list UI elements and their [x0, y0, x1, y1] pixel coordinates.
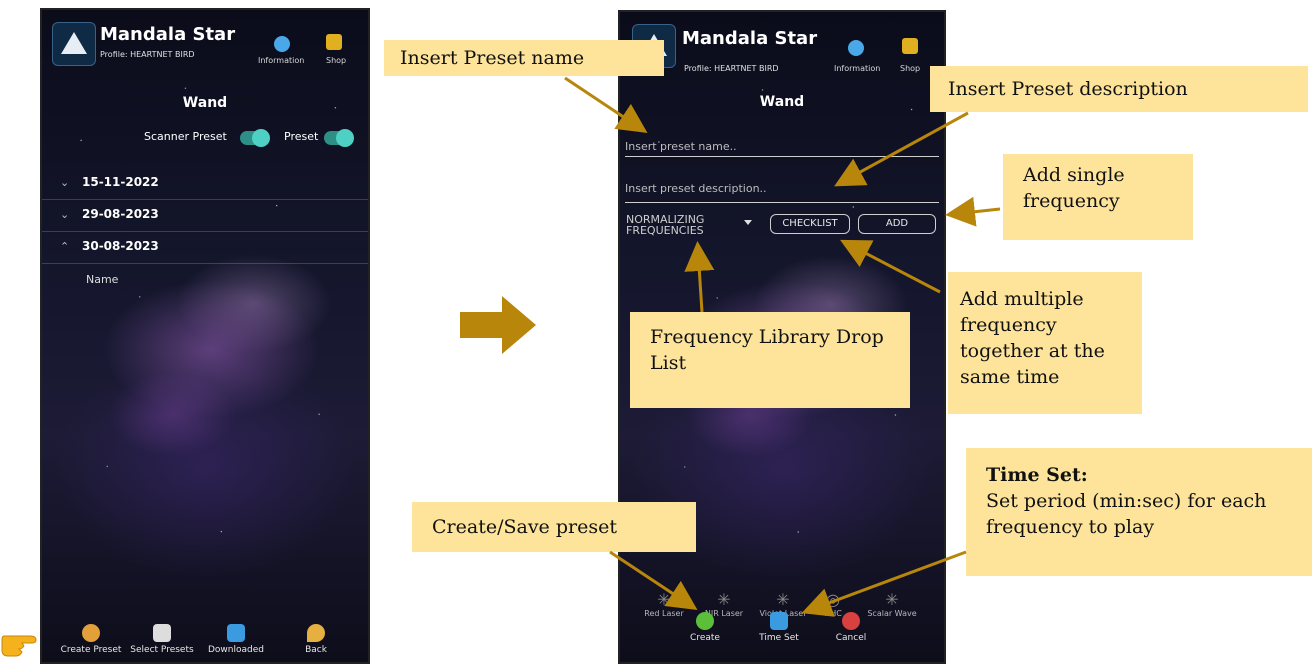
callout-time-set-title: Time Set:: [986, 464, 1088, 486]
app-title: Mandala Star: [682, 28, 818, 49]
app-title: Mandala Star: [100, 24, 236, 45]
laser-star-icon: ✳: [885, 590, 899, 609]
callout-create-save: Create/Save preset: [412, 502, 696, 552]
profile-label: Profile: HEARTNET BIRD: [100, 50, 195, 59]
pointing-hand-icon: [0, 616, 48, 662]
select-presets-label: Select Presets: [130, 645, 194, 655]
chevron-down-icon: ⌄: [60, 176, 70, 189]
date-group-row-expanded[interactable]: ⌃ 30-08-2023: [42, 232, 368, 264]
back-arrow-icon: [307, 624, 325, 642]
information-globe-icon[interactable]: [848, 40, 864, 56]
laser-label: Red Laser: [644, 609, 684, 618]
frequency-library-dropdown[interactable]: NORMALIZING FREQUENCIES: [626, 214, 754, 236]
create-preset-button[interactable]: Create Preset: [56, 624, 126, 655]
date-label: 15-11-2022: [82, 175, 159, 189]
preset-toggle[interactable]: [324, 129, 354, 147]
checklist-button[interactable]: CHECKLIST: [770, 214, 850, 234]
preset-name-input[interactable]: Insert preset name..: [625, 140, 939, 157]
name-column-header: Name: [86, 273, 119, 286]
app-logo-icon: [52, 22, 96, 66]
add-frequency-button[interactable]: ADD: [858, 214, 936, 234]
create-preset-label: Create Preset: [60, 645, 122, 655]
date-group-row[interactable]: ⌄ 15-11-2022: [42, 168, 368, 200]
preset-description-input[interactable]: Insert preset description..: [625, 182, 939, 203]
information-label[interactable]: Information: [834, 64, 880, 73]
callout-frequency-library: Frequency Library Drop List: [630, 312, 910, 408]
profile-label: Profile: HEARTNET BIRD: [684, 64, 779, 73]
shopping-cart-icon[interactable]: [326, 34, 342, 50]
screen-title: Wand: [182, 95, 228, 111]
back-button[interactable]: Back: [294, 624, 338, 655]
create-button[interactable]: Create: [680, 612, 730, 643]
scanner-preset-label: Scanner Preset: [144, 130, 227, 143]
transition-arrow-icon: [460, 296, 536, 354]
time-set-label: Time Set: [759, 633, 799, 643]
chevron-up-icon: ⌃: [60, 240, 70, 253]
callout-multiple-frequency: Add multiple frequency together at the s…: [948, 272, 1142, 414]
information-label[interactable]: Information: [258, 56, 304, 65]
laser-star-icon: ✳: [776, 590, 790, 609]
date-label: 29-08-2023: [82, 207, 159, 221]
laser-star-icon: ✳: [717, 590, 731, 609]
back-label: Back: [305, 645, 327, 655]
shopping-cart-icon[interactable]: [902, 38, 918, 54]
callout-preset-description: Insert Preset description: [930, 66, 1308, 112]
date-label: 30-08-2023: [82, 239, 159, 253]
check-circle-icon: [696, 612, 714, 630]
callout-preset-name: Insert Preset name: [384, 40, 664, 76]
left-phone-screen: Mandala Star Profile: HEARTNET BIRD Info…: [40, 8, 370, 664]
laser-star-icon: ✳: [657, 590, 671, 609]
chevron-down-icon: ⌄: [60, 208, 70, 221]
shop-label[interactable]: Shop: [326, 56, 346, 65]
screen-title: Wand: [759, 94, 805, 110]
shop-label[interactable]: Shop: [900, 64, 920, 73]
checklist-icon: [153, 624, 171, 642]
refresh-icon: [770, 612, 788, 630]
chevron-down-icon: [744, 220, 752, 225]
create-label: Create: [690, 633, 720, 643]
cancel-label: Cancel: [835, 633, 867, 643]
select-presets-button[interactable]: Select Presets: [126, 624, 198, 655]
downloaded-button[interactable]: Downloaded: [204, 624, 268, 655]
downloaded-label: Downloaded: [208, 645, 264, 655]
callout-time-set-body: Set period (min:sec) for each frequency …: [986, 490, 1267, 538]
create-preset-icon: [82, 624, 100, 642]
time-set-button[interactable]: Time Set: [754, 612, 804, 643]
hhc-icon: ◎: [826, 590, 840, 609]
cancel-button[interactable]: Cancel: [826, 612, 876, 643]
date-group-row[interactable]: ⌄ 29-08-2023: [42, 200, 368, 232]
callout-time-set: Time Set: Set period (min:sec) for each …: [966, 448, 1312, 576]
scanner-preset-toggle[interactable]: [240, 129, 270, 147]
callout-single-frequency: Add single frequency: [1003, 154, 1193, 240]
dropdown-selected-value: NORMALIZING FREQUENCIES: [626, 214, 705, 236]
preset-label: Preset: [284, 130, 319, 143]
download-icon: [227, 624, 245, 642]
information-globe-icon[interactable]: [274, 36, 290, 52]
close-circle-icon: [842, 612, 860, 630]
